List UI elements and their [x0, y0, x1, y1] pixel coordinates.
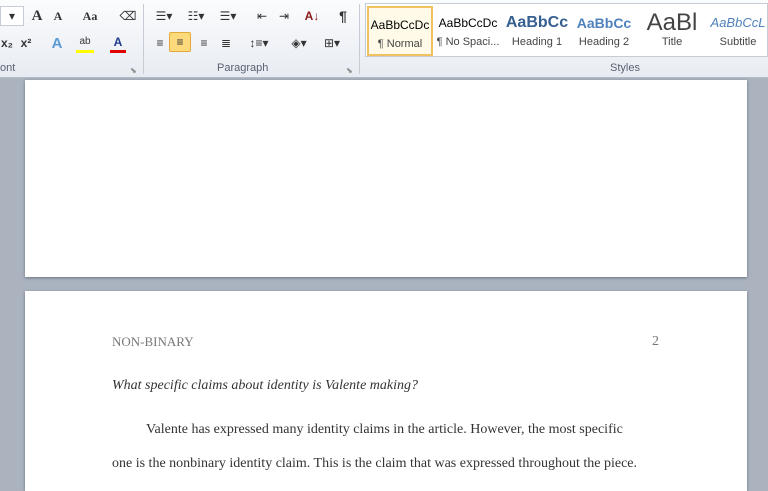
numbering-button[interactable]: ☷▾ — [183, 6, 209, 26]
divider — [359, 4, 360, 74]
question-heading: What specific claims about identity is V… — [112, 378, 418, 393]
paragraph-dialog-launcher-icon[interactable]: ⬊ — [346, 66, 353, 75]
borders-button[interactable]: ⊞▾ — [318, 33, 346, 53]
styles-gallery: AaBbCcDc ¶ Normal AaBbCcDc ¶ No Spaci... A… — [365, 3, 768, 57]
style-heading-1[interactable]: AaBbCc Heading 1 — [504, 6, 570, 56]
body-line-1[interactable]: Valente has expressed many identity clai… — [146, 422, 623, 438]
change-case-button[interactable]: Aa — [78, 6, 102, 26]
paragraph-group-label: Paragraph — [217, 62, 269, 74]
ribbon: ▾ A A Aa ⌫ x₂ x² A ab A ont ⬊ ☰▾ ☷▾ ☰▾ ⇤… — [0, 0, 768, 78]
sort-button[interactable]: A↓ — [302, 6, 322, 26]
font-size-box[interactable]: ▾ — [0, 6, 24, 26]
font-dialog-launcher-icon[interactable]: ⬊ — [130, 66, 137, 75]
styles-group-label: Styles — [610, 62, 640, 74]
grow-font-button[interactable]: A — [29, 6, 45, 26]
subscript-button[interactable]: x₂ — [0, 33, 14, 53]
superscript-button[interactable]: x² — [18, 33, 34, 53]
increase-indent-button[interactable]: ⇥ — [275, 6, 293, 26]
justify-button[interactable]: ≣ — [216, 33, 236, 53]
style-no-spacing[interactable]: AaBbCcDc ¶ No Spaci... — [435, 6, 501, 56]
show-marks-button[interactable]: ¶ — [334, 6, 352, 26]
page-1 — [25, 80, 747, 277]
running-header: NON-BINARY — [112, 334, 194, 349]
align-right-button[interactable]: ≡ — [194, 33, 214, 53]
bullets-button[interactable]: ☰▾ — [151, 6, 177, 26]
body-line-2[interactable]: one is the nonbinary identity claim. Thi… — [112, 456, 637, 472]
divider — [143, 4, 144, 74]
highlight-button[interactable]: ab — [76, 33, 94, 53]
shading-button[interactable]: ◈▾ — [285, 33, 313, 53]
line-spacing-button[interactable]: ↕≡▾ — [246, 33, 272, 53]
text-effects-button[interactable]: A — [47, 33, 67, 53]
style-heading-2[interactable]: AaBbCc Heading 2 — [571, 6, 637, 56]
style-title[interactable]: AaBl Title — [639, 6, 705, 56]
style-subtitle[interactable]: AaBbCcL Subtitle — [707, 6, 768, 56]
page-number: 2 — [652, 334, 659, 349]
clear-formatting-icon[interactable]: ⌫ — [118, 6, 138, 26]
align-center-button[interactable]: ≡ — [169, 32, 191, 52]
style-normal[interactable]: AaBbCcDc ¶ Normal — [367, 6, 433, 56]
font-color-button[interactable]: A — [110, 33, 126, 53]
align-left-button[interactable]: ≡ — [150, 33, 170, 53]
shrink-font-button[interactable]: A — [50, 6, 66, 26]
font-group-label: ont — [0, 62, 16, 74]
decrease-indent-button[interactable]: ⇤ — [253, 6, 271, 26]
multilevel-list-button[interactable]: ☰▾ — [215, 6, 241, 26]
page-2: NON-BINARY 2 What specific claims about … — [25, 291, 747, 491]
